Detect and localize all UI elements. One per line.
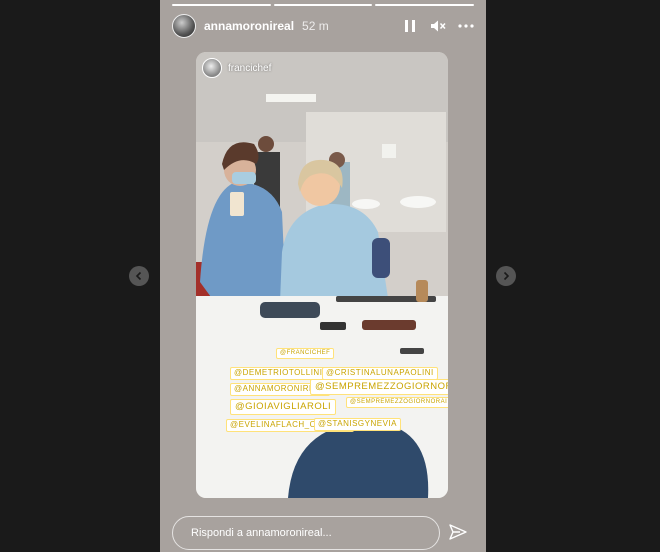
more-icon — [458, 24, 474, 28]
story-controls — [402, 18, 474, 34]
progress-segment — [172, 4, 271, 6]
story-progress-bar — [172, 4, 475, 6]
card-username[interactable]: francichef — [228, 63, 271, 74]
story-timestamp: 52 m — [302, 19, 329, 33]
pause-button[interactable] — [402, 18, 418, 34]
mute-icon — [431, 20, 446, 32]
avatar[interactable] — [172, 14, 196, 38]
avatar[interactable] — [202, 58, 222, 78]
progress-segment — [273, 4, 373, 6]
story-username[interactable]: annamoronireal — [204, 19, 294, 33]
stage: annamoronireal 52 m francichef @FRANCICH… — [0, 0, 660, 552]
more-options-button[interactable] — [458, 18, 474, 34]
previous-story-button[interactable] — [129, 266, 149, 286]
progress-segment — [375, 4, 475, 6]
mention-sticker[interactable]: @SEMPREMEZZOGIORNORAI — [310, 379, 448, 396]
story-header: annamoronireal 52 m — [172, 12, 474, 40]
pause-icon — [405, 20, 415, 32]
chevron-left-icon — [135, 271, 142, 281]
story-viewer[interactable]: annamoronireal 52 m francichef @FRANCICH… — [160, 0, 486, 552]
mention-sticker[interactable]: @STANISGYNEVIA — [314, 418, 401, 431]
reply-input[interactable]: Rispondi a annamoronireal... — [172, 516, 440, 550]
mention-sticker[interactable]: @SEMPREMEZZOGIORNORAI — [346, 397, 448, 408]
chevron-right-icon — [503, 271, 510, 281]
mention-sticker[interactable]: @FRANCICHEF — [276, 348, 335, 359]
send-button[interactable] — [448, 522, 468, 542]
mute-button[interactable] — [430, 18, 446, 34]
card-header: francichef — [202, 58, 271, 78]
next-story-button[interactable] — [496, 266, 516, 286]
send-icon — [449, 524, 467, 540]
mention-sticker[interactable]: @CRISTINALUNAPAOLINI — [322, 367, 438, 380]
reshared-story-card[interactable]: francichef @FRANCICHEF @DEMETRIOTOLLINI … — [196, 52, 448, 498]
mention-sticker[interactable]: @GIOIAVIGLIAROLI — [230, 399, 337, 416]
mention-sticker[interactable]: @DEMETRIOTOLLINI — [230, 367, 327, 380]
